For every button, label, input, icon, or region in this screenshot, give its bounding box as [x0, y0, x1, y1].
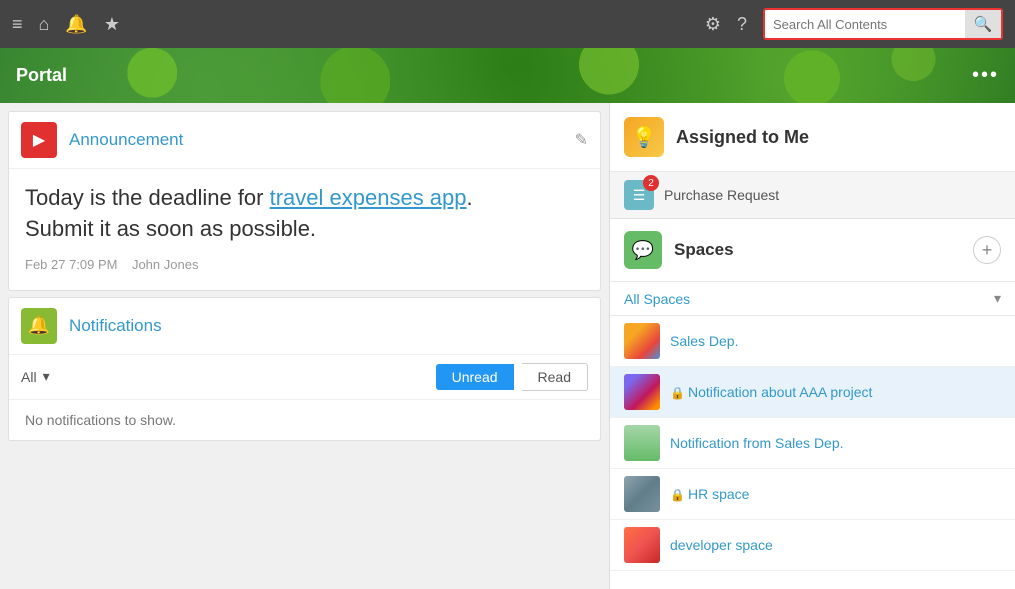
search-input[interactable]: [765, 17, 965, 32]
space-thumbnail: [624, 425, 660, 461]
announcement-icon: [21, 122, 57, 158]
assigned-title: Assigned to Me: [676, 127, 809, 148]
space-item[interactable]: 🔒HR space: [610, 469, 1015, 520]
search-box: 🔍: [763, 8, 1003, 40]
space-item[interactable]: Notification from Sales Dep.: [610, 418, 1015, 469]
notifications-title: Notifications: [69, 316, 162, 336]
notifications-card: Notifications All ▾ Unread Read No notif…: [8, 297, 601, 441]
add-space-button[interactable]: +: [973, 236, 1001, 264]
purchase-icon-wrap: ☰ 2: [624, 180, 654, 210]
unread-button[interactable]: Unread: [436, 364, 514, 390]
bulb-icon: 💡: [624, 117, 664, 157]
notifications-icon: [21, 308, 57, 344]
space-item[interactable]: developer space: [610, 520, 1015, 571]
filter-dropdown[interactable]: All ▾: [21, 368, 50, 385]
space-thumbnail: [624, 323, 660, 359]
filter-all-label: All: [21, 369, 37, 385]
gear-icon[interactable]: ⚙: [705, 14, 721, 35]
announcement-period: .: [467, 185, 473, 210]
lock-icon: 🔒: [670, 386, 685, 400]
left-panel: Announcement ✎ Today is the deadline for…: [0, 103, 610, 589]
assigned-header: 💡 Assigned to Me: [610, 103, 1015, 171]
lock-icon: 🔒: [670, 488, 685, 502]
hamburger-icon[interactable]: ≡: [12, 14, 23, 35]
home-icon[interactable]: ⌂: [39, 14, 50, 35]
spaces-header: 💬 Spaces +: [610, 219, 1015, 282]
space-thumbnail: [624, 476, 660, 512]
help-icon[interactable]: ?: [737, 14, 747, 35]
space-name: 🔒HR space: [670, 486, 749, 502]
main-content: Announcement ✎ Today is the deadline for…: [0, 103, 1015, 589]
space-name: Notification from Sales Dep.: [670, 435, 844, 451]
space-thumbnail: [624, 374, 660, 410]
all-spaces-row[interactable]: All Spaces ▾: [610, 282, 1015, 316]
announcement-author: John Jones: [132, 257, 199, 272]
star-icon[interactable]: ★: [104, 14, 120, 35]
announcement-date: Feb 27 7:09 PM: [25, 257, 118, 272]
space-item[interactable]: Sales Dep.: [610, 316, 1015, 367]
announcement-body: Today is the deadline for travel expense…: [9, 169, 600, 290]
portal-menu-dots[interactable]: •••: [972, 64, 999, 87]
portal-banner: Portal •••: [0, 48, 1015, 103]
all-spaces-label: All Spaces: [624, 291, 994, 307]
filter-chevron-icon: ▾: [43, 368, 50, 385]
space-name: Sales Dep.: [670, 333, 738, 349]
notifications-header: Notifications: [9, 298, 600, 355]
announcement-link[interactable]: travel expenses app: [270, 185, 467, 210]
announcement-body-prefix: Today is the deadline for: [25, 185, 270, 210]
spaces-title: Spaces: [674, 240, 973, 260]
all-spaces-chevron-icon: ▾: [994, 290, 1001, 307]
spaces-section: 💬 Spaces + All Spaces ▾ Sales Dep.🔒Notif…: [610, 219, 1015, 589]
spaces-icon: 💬: [624, 231, 662, 269]
space-name: developer space: [670, 537, 773, 553]
space-thumbnail: [624, 527, 660, 563]
announcement-text: Today is the deadline for travel expense…: [25, 183, 584, 245]
notifications-filter: All ▾ Unread Read: [9, 355, 600, 400]
announcement-card: Announcement ✎ Today is the deadline for…: [8, 111, 601, 291]
announcement-body-suffix: Submit it as soon as possible.: [25, 216, 316, 241]
edit-icon[interactable]: ✎: [575, 130, 588, 150]
read-button[interactable]: Read: [522, 363, 588, 391]
announcement-meta: Feb 27 7:09 PM John Jones: [25, 257, 584, 280]
search-button[interactable]: 🔍: [965, 10, 1001, 38]
announcement-header: Announcement ✎: [9, 112, 600, 169]
purchase-label: Purchase Request: [664, 187, 779, 203]
assigned-item-purchase[interactable]: ☰ 2 Purchase Request: [610, 171, 1015, 218]
portal-title: Portal: [16, 65, 67, 86]
right-panel: 💡 Assigned to Me ☰ 2 Purchase Request 💬 …: [610, 103, 1015, 589]
purchase-badge: 2: [643, 175, 659, 191]
notifications-empty: No notifications to show.: [9, 400, 600, 440]
spaces-list: Sales Dep. 🔒Notification about AAA projec…: [610, 316, 1015, 571]
announcement-title: Announcement: [69, 130, 575, 150]
space-item[interactable]: 🔒Notification about AAA project: [610, 367, 1015, 418]
bell-icon[interactable]: 🔔: [65, 14, 87, 35]
space-name: 🔒Notification about AAA project: [670, 384, 872, 400]
assigned-section: 💡 Assigned to Me ☰ 2 Purchase Request: [610, 103, 1015, 219]
topbar: ≡ ⌂ 🔔 ★ ⚙ ? 🔍: [0, 0, 1015, 48]
